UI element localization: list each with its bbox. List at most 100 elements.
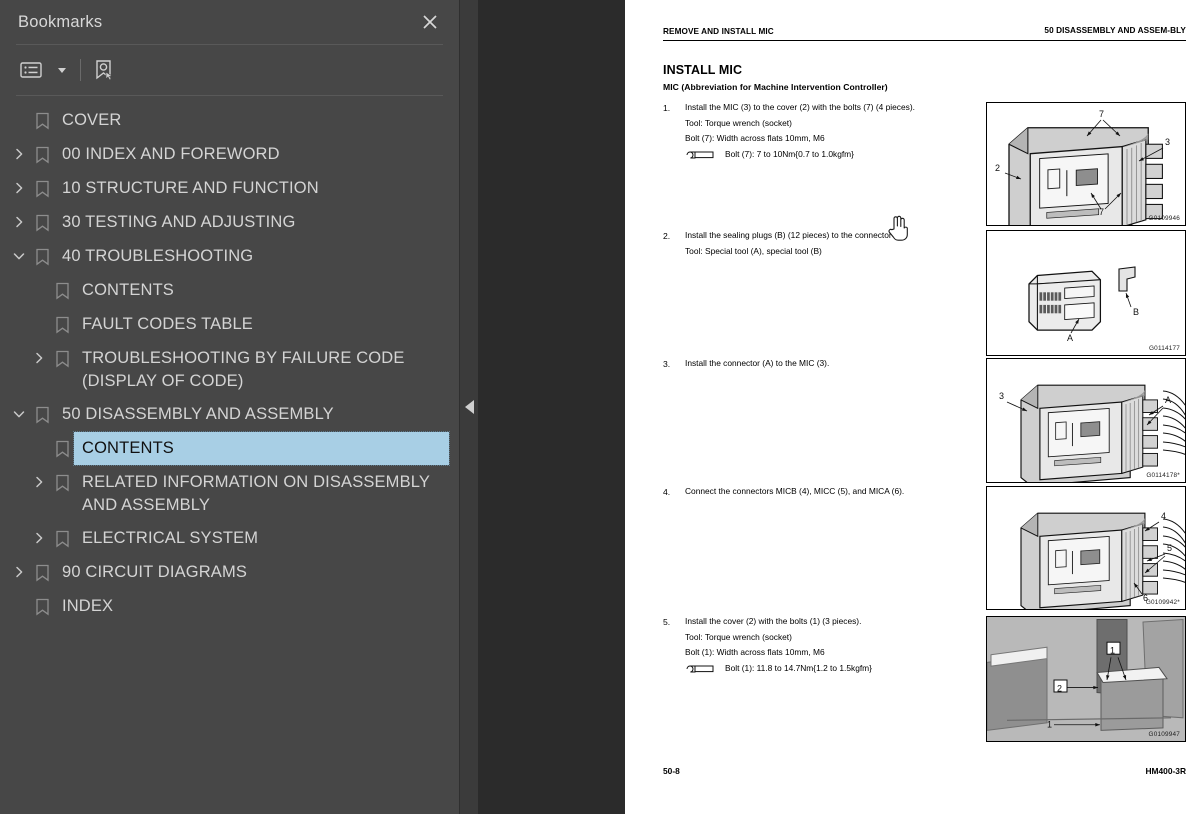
bookmark-item-00-index-and-foreword[interactable]: 00 INDEX AND FOREWORD (8, 138, 449, 172)
footer-page-number: 50-8 (663, 766, 680, 776)
document-viewer[interactable]: REMOVE AND INSTALL MIC 50 DISASSEMBLY AN… (478, 0, 1200, 814)
bookmark-item-fault-codes-table[interactable]: FAULT CODES TABLE (8, 308, 449, 342)
step-number: 3. (663, 359, 671, 370)
svg-text:2: 2 (1057, 683, 1062, 693)
bookmark-item-90-circuit-diagrams[interactable]: 90 CIRCUIT DIAGRAMS (8, 556, 449, 590)
chevron-down-icon[interactable] (8, 398, 30, 420)
chevron-right-icon[interactable] (28, 522, 50, 544)
bookmark-item-contents[interactable]: CONTENTS (8, 274, 449, 308)
procedure-step: 1. Install the MIC (3) to the cover (2) w… (663, 102, 1186, 230)
list-options-icon[interactable] (16, 55, 68, 85)
torque-spec-row: Bolt (7): 7 to 10Nm{0.7 to 1.0kgfm} (685, 149, 943, 160)
bookmarks-panel: Bookmarks COVER 00 INDEX AND FOREWORD 10… (0, 0, 460, 814)
bookmark-item-related-information-on-disassembly-and-assembly[interactable]: RELATED INFORMATION ON DISASSEMBLY AND A… (8, 466, 449, 522)
bookmark-item-label[interactable]: 40 TROUBLESHOOTING (54, 240, 449, 273)
bookmark-item-label[interactable]: 00 INDEX AND FOREWORD (54, 138, 449, 171)
close-icon[interactable] (417, 9, 443, 35)
panel-collapse-handle[interactable] (460, 0, 478, 814)
bookmark-item-label[interactable]: COVER (54, 104, 449, 137)
bookmark-item-label[interactable]: 50 DISASSEMBLY AND ASSEMBLY (54, 398, 449, 431)
step-number: 2. (663, 231, 671, 242)
svg-text:7: 7 (1099, 207, 1104, 217)
svg-text:5: 5 (1167, 543, 1172, 553)
torque-spec-row: Bolt (1): 11.8 to 14.7Nm{1.2 to 1.5kgfm} (685, 663, 943, 674)
bookmark-item-label[interactable]: 10 STRUCTURE AND FUNCTION (54, 172, 449, 205)
bookmark-icon (30, 398, 54, 424)
svg-text:1: 1 (1110, 646, 1115, 656)
svg-text:A: A (1067, 333, 1073, 343)
bookmark-item-label[interactable]: 30 TESTING AND ADJUSTING (54, 206, 449, 239)
bookmark-item-troubleshooting-by-failure-code-display-of-code[interactable]: TROUBLESHOOTING BY FAILURE CODE (DISPLAY… (8, 342, 449, 398)
bookmark-item-label[interactable]: FAULT CODES TABLE (74, 308, 449, 341)
bookmark-item-label[interactable]: RELATED INFORMATION ON DISASSEMBLY AND A… (74, 466, 449, 522)
page-title: Bookmarks (18, 12, 103, 31)
chevron-right-icon[interactable] (28, 466, 50, 488)
bookmark-item-30-testing-and-adjusting[interactable]: 30 TESTING AND ADJUSTING (8, 206, 449, 240)
svg-text:3: 3 (1165, 137, 1170, 147)
document-header: REMOVE AND INSTALL MIC 50 DISASSEMBLY AN… (663, 26, 1186, 37)
chevron-right-icon[interactable] (8, 556, 30, 578)
toolbar-separator (80, 59, 81, 81)
twisty-spacer (8, 104, 30, 114)
bookmark-item-label[interactable]: CONTENTS (73, 431, 450, 466)
twisty-spacer (28, 432, 50, 442)
step-line: Connect the connectors MICB (4), MICC (5… (685, 486, 905, 497)
chevron-right-icon[interactable] (8, 172, 30, 194)
chevron-right-icon[interactable] (8, 206, 30, 228)
bookmarks-tree[interactable]: COVER 00 INDEX AND FOREWORD 10 STRUCTURE A… (0, 96, 459, 814)
bookmark-item-label[interactable]: TROUBLESHOOTING BY FAILURE CODE (DISPLAY… (74, 342, 449, 398)
figure-id-label: G0109942* (1145, 599, 1180, 607)
figure-id-label: G0114177 (1149, 345, 1180, 353)
step-number: 5. (663, 617, 671, 628)
step-line: Tool: Special tool (A), special tool (B) (685, 245, 822, 256)
procedure-step: 5. Install the cover (2) with the bolts (… (663, 616, 1186, 744)
bookmarks-toolbar (0, 45, 459, 95)
step-line: Bolt (1): Width across flats 10mm, M6 (685, 647, 825, 658)
bookmark-icon (30, 172, 54, 198)
svg-text:2: 2 (995, 163, 1000, 173)
bookmark-item-label[interactable]: 90 CIRCUIT DIAGRAMS (54, 556, 449, 589)
step-number: 1. (663, 103, 671, 114)
procedure-step: 3. Install the connector (A) to the MIC (… (663, 358, 1186, 486)
bookmark-icon (30, 590, 54, 616)
bookmark-icon (30, 556, 54, 582)
svg-text:B: B (1133, 307, 1139, 317)
bookmark-pointer-icon[interactable] (93, 55, 115, 85)
chevron-right-icon[interactable] (8, 138, 30, 160)
step-line: Install the cover (2) with the bolts (1)… (685, 616, 862, 627)
procedure-steps: 1. Install the MIC (3) to the cover (2) w… (663, 102, 1186, 744)
header-rule (663, 39, 1186, 42)
section-title: INSTALL MIC (663, 63, 743, 78)
header-right-text: 50 DISASSEMBLY AND ASSEM-BLY (1044, 26, 1186, 35)
chevron-down-icon[interactable] (8, 240, 30, 262)
figure-id-label: G0109947 (1148, 731, 1180, 739)
figure-3: 3 A G0114178* (986, 358, 1186, 484)
step-line: Tool: Torque wrench (socket) (685, 117, 792, 128)
footer-model-code: HM400-3R (1145, 766, 1187, 776)
twisty-spacer (8, 590, 30, 600)
step-line: Tool: Torque wrench (socket) (685, 631, 792, 642)
bookmark-item-label[interactable]: INDEX (54, 590, 449, 623)
bookmark-icon (50, 522, 74, 548)
triangle-left-icon (464, 400, 474, 414)
step-number: 4. (663, 487, 671, 498)
bookmark-item-label[interactable]: ELECTRICAL SYSTEM (74, 522, 449, 555)
bookmark-item-contents[interactable]: CONTENTS (8, 431, 450, 466)
svg-text:7: 7 (1099, 109, 1104, 119)
figure-2: B A G0114177 (986, 230, 1186, 357)
bookmark-item-electrical-system[interactable]: ELECTRICAL SYSTEM (8, 522, 449, 556)
bookmarks-panel-header: Bookmarks (0, 0, 459, 44)
figure-id-label: G0114178* (1146, 472, 1180, 480)
svg-text:A: A (1165, 395, 1171, 405)
chevron-right-icon[interactable] (28, 342, 50, 364)
bookmark-icon (30, 104, 54, 130)
step-line: Bolt (7): Width across flats 10mm, M6 (685, 133, 825, 144)
torque-wrench-icon (686, 151, 714, 159)
chevron-down-icon[interactable] (58, 67, 66, 73)
bookmark-item-index[interactable]: INDEX (8, 590, 449, 624)
bookmark-item-50-disassembly-and-assembly[interactable]: 50 DISASSEMBLY AND ASSEMBLY (8, 398, 449, 432)
bookmark-item-10-structure-and-function[interactable]: 10 STRUCTURE AND FUNCTION (8, 172, 449, 206)
bookmark-item-cover[interactable]: COVER (8, 104, 449, 138)
bookmark-item-label[interactable]: CONTENTS (74, 274, 449, 307)
bookmark-item-40-troubleshooting[interactable]: 40 TROUBLESHOOTING (8, 240, 449, 274)
